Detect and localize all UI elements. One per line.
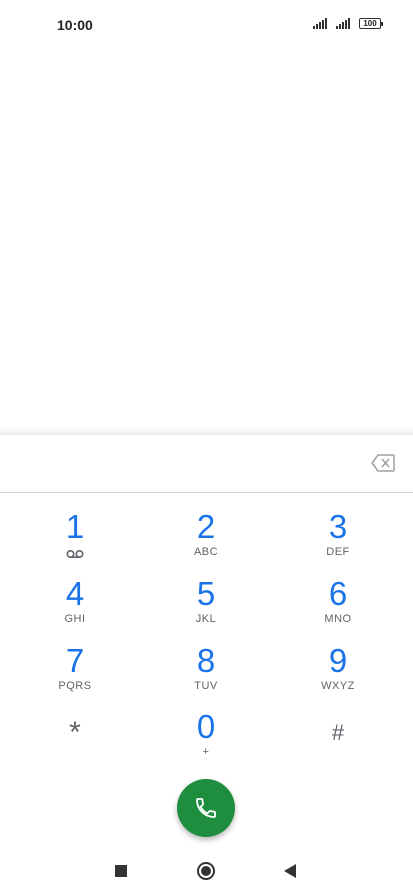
phone-icon — [196, 798, 216, 818]
key-7[interactable]: 7 PQRS — [15, 643, 135, 707]
key-letters: PQRS — [58, 680, 92, 692]
key-hash[interactable]: # — [278, 709, 398, 773]
key-letters: TUV — [194, 680, 218, 692]
call-button[interactable] — [177, 779, 235, 837]
key-digit: 9 — [328, 642, 348, 679]
key-digit: 0 — [196, 708, 216, 745]
home-icon[interactable] — [197, 862, 215, 880]
key-digit: 6 — [328, 575, 348, 612]
key-1[interactable]: 1 — [15, 509, 135, 573]
key-3[interactable]: 3 DEF — [278, 509, 398, 573]
signal-1-icon — [313, 18, 327, 29]
key-4[interactable]: 4 GHI — [15, 576, 135, 640]
backspace-icon[interactable] — [371, 454, 395, 472]
key-digit: 3 — [328, 508, 348, 545]
key-2[interactable]: 2 ABC — [146, 509, 266, 573]
digits-input[interactable] — [20, 449, 340, 477]
key-letters: + — [202, 746, 210, 758]
key-digit: 7 — [65, 642, 85, 679]
key-digit: * — [69, 716, 81, 749]
key-digit: 2 — [196, 508, 216, 545]
key-0[interactable]: 0 + — [146, 709, 266, 773]
key-8[interactable]: 8 TUV — [146, 643, 266, 707]
key-digit: # — [331, 720, 345, 745]
recents-icon[interactable] — [115, 865, 127, 877]
key-letters: MNO — [324, 613, 352, 625]
key-letters: GHI — [64, 613, 86, 625]
voicemail-icon — [66, 549, 84, 559]
signal-2-icon — [336, 18, 350, 29]
clock: 10:00 — [57, 17, 93, 33]
key-letters: WXYZ — [321, 680, 355, 692]
back-icon[interactable] — [284, 864, 296, 878]
status-bar: 10:00 100 — [0, 0, 413, 48]
key-letters: DEF — [326, 546, 350, 558]
key-letters: JKL — [195, 613, 217, 625]
navigation-bar — [0, 847, 413, 896]
key-6[interactable]: 6 MNO — [278, 576, 398, 640]
key-digit: 4 — [65, 575, 85, 612]
digits-row — [0, 435, 413, 493]
key-9[interactable]: 9 WXYZ — [278, 643, 398, 707]
key-digit: 8 — [196, 642, 216, 679]
key-5[interactable]: 5 JKL — [146, 576, 266, 640]
key-letters: ABC — [193, 546, 219, 558]
key-digit: 5 — [196, 575, 216, 612]
key-digit: 1 — [65, 508, 85, 545]
battery-icon: 100 — [359, 18, 383, 29]
key-star[interactable]: * — [15, 709, 135, 773]
